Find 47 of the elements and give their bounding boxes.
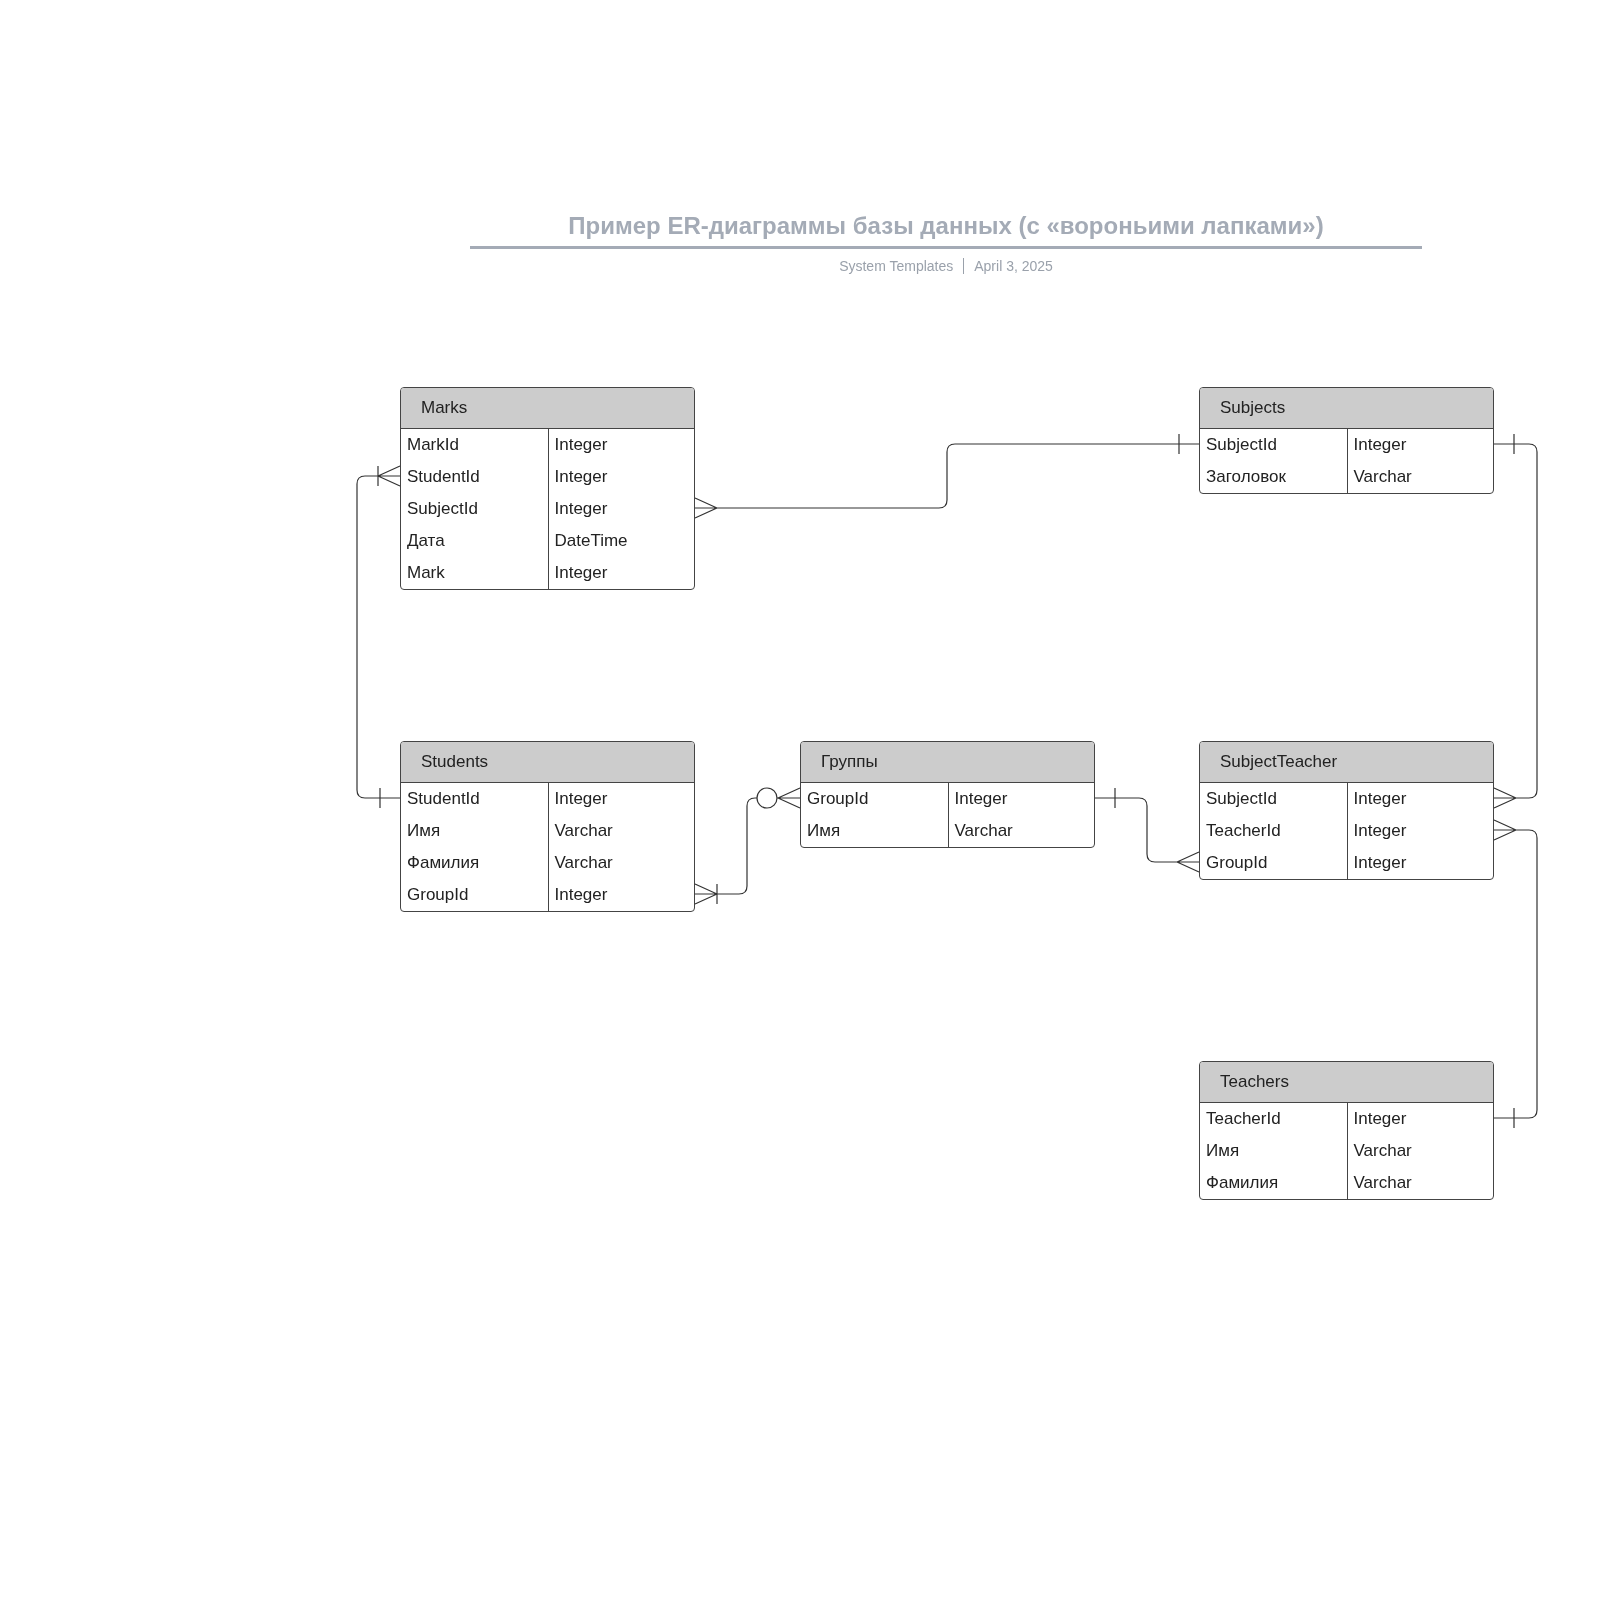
table-name: Группы — [801, 742, 1094, 783]
field-name: Имя — [1205, 1140, 1241, 1162]
field-name: GroupId — [806, 788, 870, 810]
diagram-title: Пример ER-диаграммы базы данных (с «вороньими лапками») — [568, 212, 1324, 241]
field-type: Integer — [547, 879, 694, 911]
field-type: Integer — [547, 783, 694, 815]
field-name: Дата — [406, 530, 446, 552]
field-type: Varchar — [547, 815, 694, 847]
field-name: TeacherId — [1205, 1108, 1282, 1130]
field-type: Integer — [1346, 783, 1493, 815]
field-name: Фамилия — [406, 852, 481, 874]
field-type: Varchar — [1346, 1135, 1493, 1167]
table-name: Marks — [401, 388, 694, 429]
field-name: TeacherId — [1205, 820, 1282, 842]
field-name: Заголовок — [1205, 466, 1287, 488]
table-name: SubjectTeacher — [1200, 742, 1493, 783]
field-type: Integer — [1346, 429, 1493, 461]
field-name: Фамилия — [1205, 1172, 1280, 1194]
field-name: GroupId — [406, 884, 470, 906]
field-type: DateTime — [547, 525, 694, 557]
field-name: MarkId — [406, 434, 460, 456]
field-type: Integer — [1346, 815, 1493, 847]
field-name: Имя — [406, 820, 442, 842]
table-name: Subjects — [1200, 388, 1493, 429]
field-name: GroupId — [1205, 852, 1269, 874]
field-name: StudentId — [406, 788, 481, 810]
field-type: Integer — [1346, 847, 1493, 879]
date-text: April 3, 2025 — [974, 258, 1053, 274]
field-type: Integer — [547, 461, 694, 493]
field-name: Mark — [406, 562, 446, 584]
field-type: Integer — [947, 783, 1094, 815]
field-type: Integer — [547, 493, 694, 525]
field-type: Varchar — [1346, 461, 1493, 493]
field-type: Integer — [547, 557, 694, 589]
field-type: Varchar — [547, 847, 694, 879]
field-name: StudentId — [406, 466, 481, 488]
field-name: SubjectId — [406, 498, 479, 520]
table-name: Teachers — [1200, 1062, 1493, 1103]
field-type: Integer — [547, 429, 694, 461]
field-type: Varchar — [947, 815, 1094, 847]
field-name: SubjectId — [1205, 434, 1278, 456]
field-type: Integer — [1346, 1103, 1493, 1135]
field-type: Varchar — [1346, 1167, 1493, 1199]
author-text: System Templates — [839, 258, 954, 274]
table-name: Students — [401, 742, 694, 783]
field-name: SubjectId — [1205, 788, 1278, 810]
field-name: Имя — [806, 820, 842, 842]
